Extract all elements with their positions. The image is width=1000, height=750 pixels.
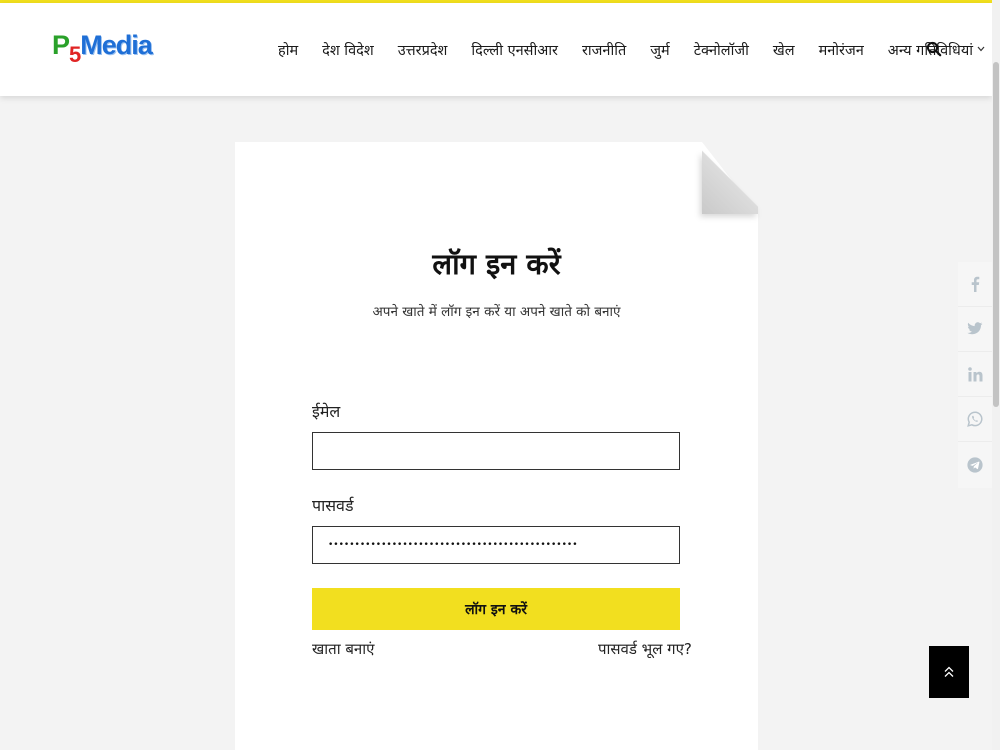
password-label: पासवर्ड (312, 496, 354, 515)
nav-item-technology[interactable]: टेक्नोलॉजी (694, 40, 749, 60)
login-subtitle: अपने खाते में लॉग इन करें या अपने खाते क… (372, 304, 621, 320)
telegram-icon[interactable] (958, 442, 992, 487)
logo-letter-p: P (52, 30, 70, 60)
create-account-link[interactable]: खाता बनाएं (312, 639, 374, 659)
email-label: ईमेल (312, 402, 341, 421)
logo-digit: 5 (69, 42, 81, 67)
password-mask: ••••••••••••••••••••••••••••••••••••••••… (328, 540, 578, 550)
nav-item-uttar-pradesh[interactable]: उत्तरप्रदेश (398, 40, 448, 60)
login-button[interactable]: लॉग इन करें (312, 588, 680, 630)
page-scrollbar-thumb[interactable] (993, 62, 999, 407)
double-chevron-up-icon (944, 666, 954, 677)
main-nav: होम देश विदेश उत्तरप्रदेश दिल्ली एनसीआर … (266, 39, 997, 61)
card-corner-fold (702, 142, 758, 214)
whatsapp-icon[interactable] (958, 397, 992, 442)
nav-item-home[interactable]: होम (278, 40, 298, 60)
forgot-password-link[interactable]: पासवर्ड भूल गए? (598, 639, 692, 659)
nav-item-sports[interactable]: खेल (773, 40, 795, 60)
search-icon[interactable] (926, 41, 944, 59)
scroll-to-top-button[interactable] (929, 646, 969, 698)
twitter-icon[interactable] (958, 307, 992, 352)
facebook-icon[interactable] (958, 262, 992, 307)
nav-item-delhi-ncr[interactable]: दिल्ली एनसीआर (471, 40, 558, 60)
login-title: लॉग इन करें (432, 247, 561, 281)
nav-item-world[interactable]: देश विदेश (322, 40, 374, 60)
email-field[interactable] (312, 432, 680, 470)
social-share-bar (958, 262, 992, 488)
nav-item-entertainment[interactable]: मनोरंजन (819, 40, 864, 60)
site-logo[interactable]: P5Media (52, 29, 153, 67)
logo-word: Media (80, 30, 153, 60)
nav-item-crime[interactable]: जुर्म (650, 40, 669, 60)
chevron-down-icon (977, 45, 985, 55)
site-header: P5Media होम देश विदेश उत्तरप्रदेश दिल्ली… (0, 3, 992, 96)
linkedin-icon[interactable] (958, 352, 992, 397)
nav-item-politics[interactable]: राजनीति (582, 40, 626, 60)
